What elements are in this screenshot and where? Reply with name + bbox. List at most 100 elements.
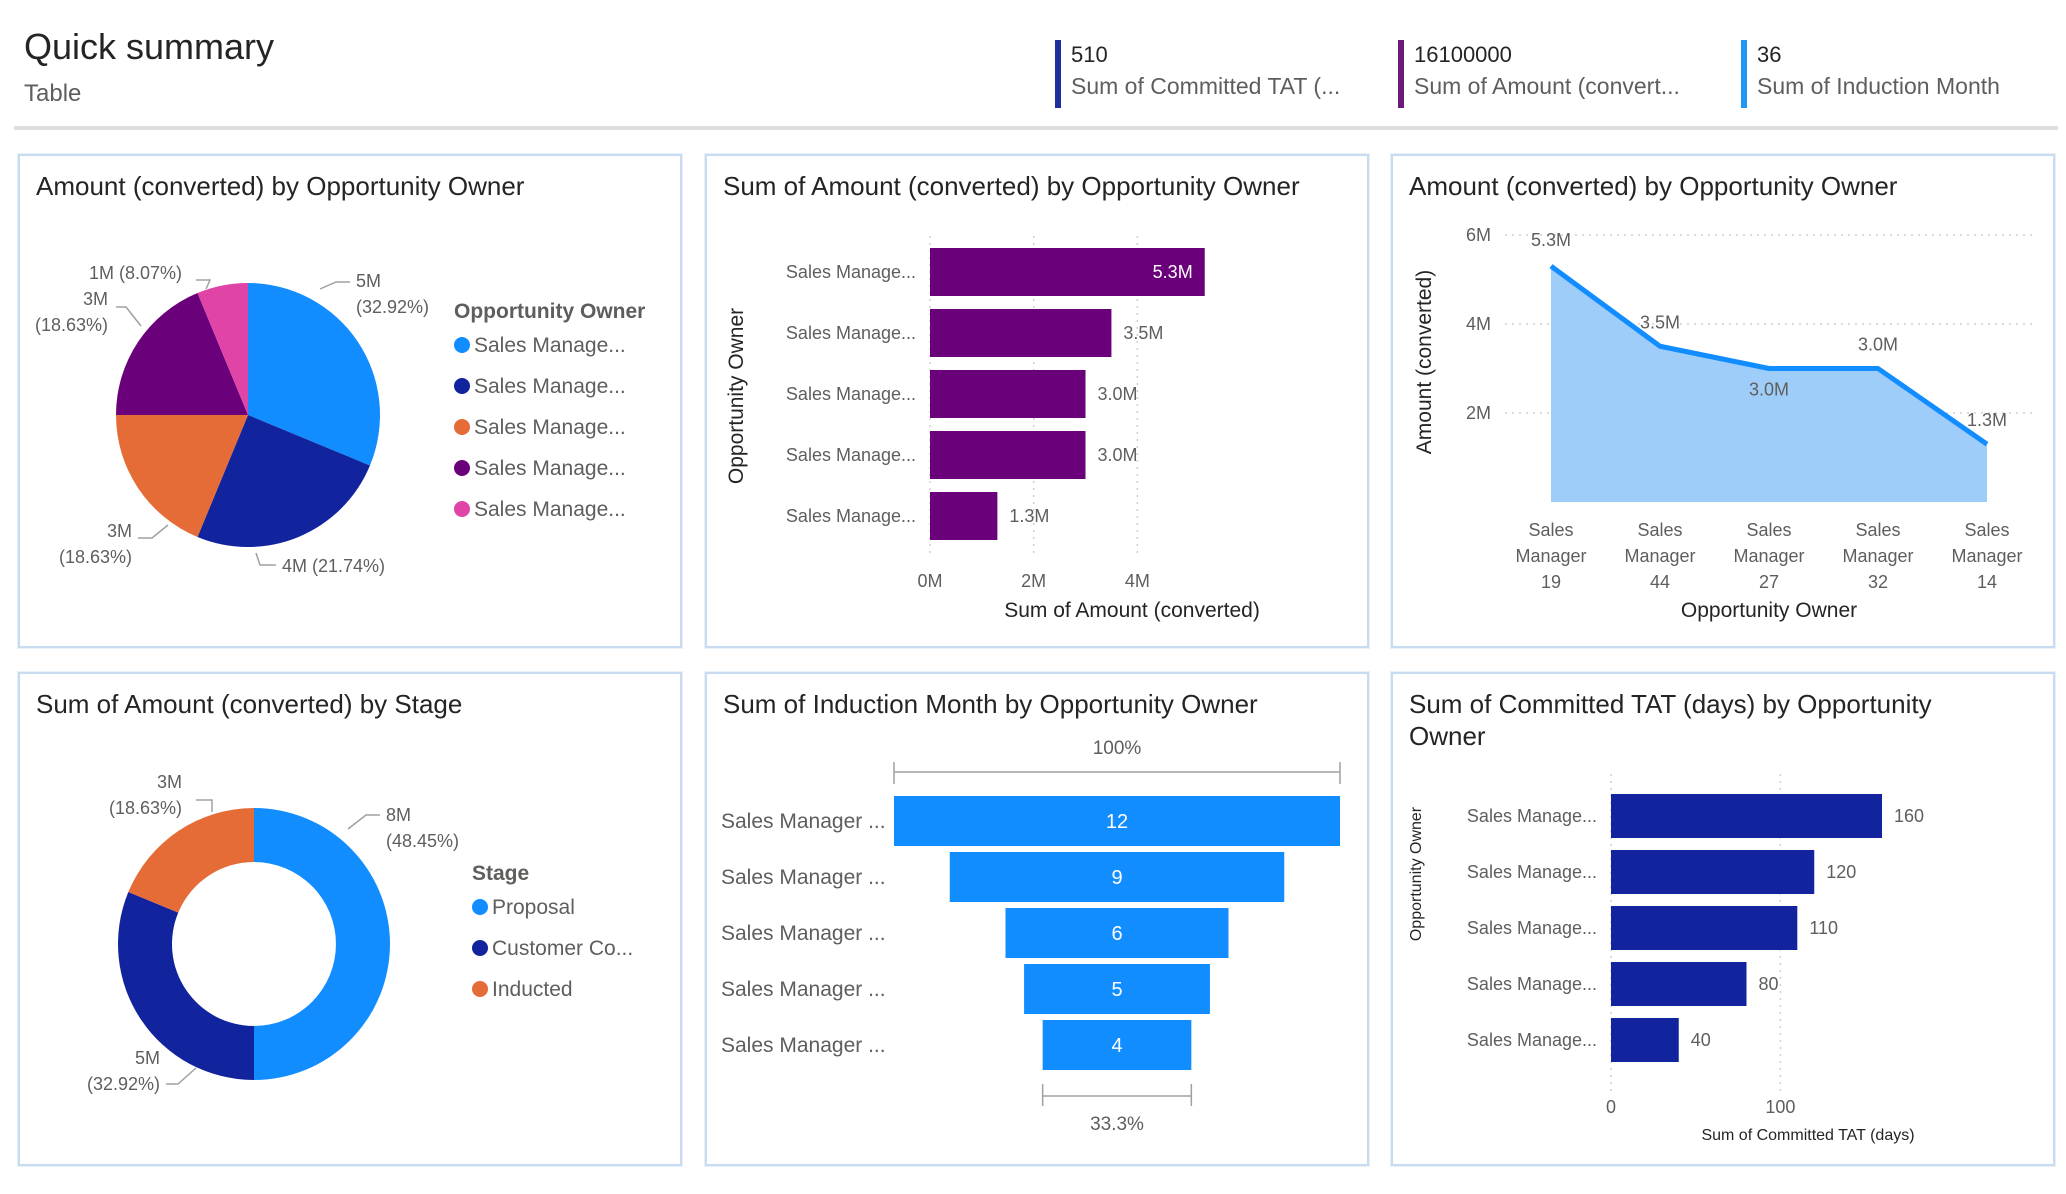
bar — [1611, 850, 1815, 894]
pie-chart: 5M (32.92%) 4M (21.74%) 3M (18.63%) 3M (18.63%… — [35, 263, 645, 576]
data-label: 8M — [386, 805, 411, 825]
funnel-chart-card-induction[interactable]: Sum of Induction Month by Opportunity Ow… — [705, 672, 1369, 1166]
data-label: 110 — [1809, 918, 1838, 938]
data-label: 5 — [1111, 979, 1122, 1001]
report-header: Quick summary Table 510 Sum of Committed… — [0, 0, 2066, 130]
legend-title: Opportunity Owner — [454, 300, 645, 323]
x-tick-label: Manager — [1515, 546, 1586, 566]
data-label: 4M (21.74%) — [282, 556, 385, 576]
kpi-label: Sum of Committed TAT (... — [1071, 73, 1341, 99]
kpi-value: 36 — [1757, 42, 1782, 67]
data-label: 3.0M — [1098, 445, 1138, 465]
x-axis-title: Sum of Amount (converted) — [1004, 599, 1260, 622]
y-tick-label: 6M — [1466, 225, 1491, 245]
x-axis-title: Sum of Committed TAT (days) — [1701, 1127, 1914, 1144]
legend-item: Proposal — [492, 896, 575, 919]
x-tick-label: 100 — [1765, 1097, 1795, 1117]
data-label: 6 — [1111, 923, 1122, 945]
kpi-card-committed-tat[interactable]: 510 Sum of Committed TAT (... — [1055, 40, 1340, 108]
funnel-chart: 100% 12 Sales Manager ... 9 Sales Manager ..… — [721, 738, 1341, 1135]
category-label: Sales Manage... — [786, 445, 916, 465]
data-label: 5M — [356, 271, 381, 291]
x-tick-label: 44 — [1650, 572, 1670, 592]
legend-marker — [454, 419, 470, 435]
page-title: Quick summary — [24, 26, 275, 67]
x-tick-label: Manager — [1624, 546, 1695, 566]
funnel-bottom-label: 33.3% — [1090, 1114, 1144, 1135]
pie-chart-card-owner[interactable]: Amount (converted) by Opportunity Owner … — [18, 154, 682, 648]
bar — [930, 431, 1086, 479]
kpi-value: 16100000 — [1414, 42, 1512, 67]
bar — [1611, 794, 1882, 838]
legend-marker — [454, 378, 470, 394]
kpi-accent-bar — [1741, 40, 1747, 108]
page-subtitle: Table — [24, 80, 82, 107]
category-label: Sales Manage... — [1467, 918, 1597, 938]
x-tick-label: 14 — [1977, 572, 1997, 592]
area-chart-card-amount[interactable]: Amount (converted) by Opportunity Owner … — [1391, 154, 2055, 648]
x-tick-label: 0M — [917, 571, 942, 591]
data-label: 3.0M — [1749, 380, 1789, 400]
bar — [930, 370, 1086, 418]
legend-item: Inducted — [492, 978, 573, 1001]
data-label: 3.0M — [1098, 384, 1138, 404]
data-label: 3.5M — [1640, 312, 1680, 332]
x-axis-title: Opportunity Owner — [1681, 599, 1857, 622]
bar-chart-card-tat[interactable]: Sum of Committed TAT (days) by Opportuni… — [1391, 672, 2055, 1166]
data-label: 120 — [1826, 862, 1856, 882]
bar — [930, 492, 998, 540]
x-tick-label: 2M — [1021, 571, 1046, 591]
kpi-label: Sum of Amount (convert... — [1414, 73, 1680, 99]
data-label: (18.63%) — [35, 315, 108, 335]
category-label: Sales Manager ... — [721, 1034, 886, 1057]
legend-item: Sales Manage... — [474, 375, 626, 398]
header-divider — [14, 126, 2058, 130]
kpi-label: Sum of Induction Month — [1757, 73, 2000, 99]
data-label: 5M — [135, 1048, 160, 1068]
x-tick-label: 4M — [1125, 571, 1150, 591]
category-label: Sales Manage... — [1467, 974, 1597, 994]
data-label: 3.0M — [1858, 335, 1898, 355]
bar-chart: Sales Manage... 160 Sales Manage... 120 Sale… — [1408, 774, 1924, 1144]
data-label: 80 — [1759, 974, 1779, 994]
legend-item: Sales Manage... — [474, 498, 626, 521]
legend-item: Customer Co... — [492, 937, 633, 960]
bar — [1611, 962, 1747, 1006]
data-label: (18.63%) — [59, 547, 132, 567]
data-label: 4 — [1111, 1035, 1122, 1057]
category-label: Sales Manage... — [786, 323, 916, 343]
data-label: 5.3M — [1531, 230, 1571, 250]
data-label: 5.3M — [1153, 262, 1193, 282]
x-tick-label: 32 — [1868, 572, 1888, 592]
kpi-card-induction-month[interactable]: 36 Sum of Induction Month — [1741, 40, 2000, 108]
kpi-card-amount[interactable]: 16100000 Sum of Amount (convert... — [1398, 40, 1680, 108]
category-label: Sales Manage... — [786, 384, 916, 404]
pie-slice — [128, 808, 254, 913]
kpi-value: 510 — [1071, 42, 1108, 67]
legend-item: Sales Manage... — [474, 416, 626, 439]
leader-line — [138, 524, 169, 539]
x-tick-label: Sales — [1746, 520, 1791, 540]
y-axis-title: Opportunity Owner — [725, 308, 748, 484]
category-label: Sales Manage... — [786, 262, 916, 282]
data-label: 1M (8.07%) — [89, 263, 182, 283]
legend-item: Sales Manage... — [474, 334, 626, 357]
x-tick-label: 27 — [1759, 572, 1779, 592]
category-label: Sales Manage... — [1467, 1030, 1597, 1050]
data-label: 3M — [83, 289, 108, 309]
leader-line — [196, 279, 212, 290]
data-label: 1.3M — [1009, 506, 1049, 526]
category-label: Sales Manage... — [786, 506, 916, 526]
kpi-accent-bar — [1398, 40, 1404, 108]
leader-line — [196, 799, 213, 812]
legend-marker — [454, 501, 470, 517]
donut-chart-card-stage[interactable]: Sum of Amount (converted) by Stage 8M (48… — [18, 672, 682, 1166]
data-label: 1.3M — [1967, 410, 2007, 430]
bar — [930, 309, 1112, 357]
data-label: 3.5M — [1123, 323, 1163, 343]
x-tick-label: 19 — [1541, 572, 1561, 592]
legend-marker — [454, 460, 470, 476]
bar-chart-card-amount[interactable]: Sum of Amount (converted) by Opportunity… — [705, 154, 1369, 648]
category-label: Sales Manager ... — [721, 810, 886, 833]
x-tick-label: Manager — [1733, 546, 1804, 566]
